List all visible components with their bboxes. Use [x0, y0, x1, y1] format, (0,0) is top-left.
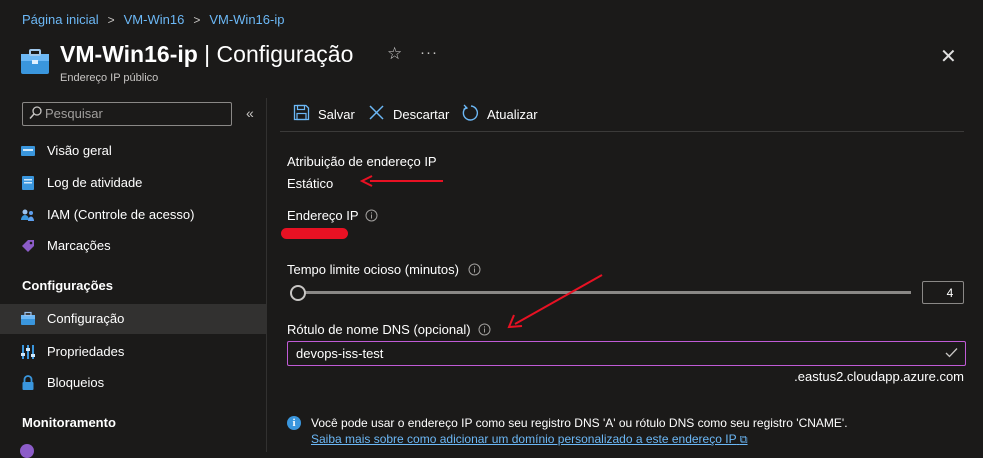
idle-timeout-slider-thumb[interactable]: [290, 285, 306, 301]
info-icon[interactable]: [478, 323, 491, 336]
page-title: VM-Win16-ip | Configuração: [60, 41, 354, 67]
page-subtitle: Endereço IP público: [60, 72, 159, 84]
breadcrumb-home[interactable]: Página inicial: [22, 12, 99, 27]
annotation-arrow-icon: [360, 175, 443, 187]
dns-suffix: .eastus2.cloudapp.azure.com: [794, 369, 964, 384]
properties-icon: [21, 345, 35, 359]
info-icon[interactable]: [365, 209, 378, 222]
ip-assignment-value: Estático: [287, 176, 334, 191]
checkmark-icon: [945, 348, 958, 358]
sidebar-item-label: Propriedades: [47, 344, 125, 359]
info-filled-icon: i: [287, 416, 301, 430]
breadcrumb-vm[interactable]: VM-Win16: [124, 12, 185, 27]
alerts-icon: [20, 444, 34, 458]
toolbar-divider: [280, 131, 964, 132]
redaction-mark: [281, 228, 348, 239]
collapse-sidebar-icon[interactable]: «: [246, 105, 254, 121]
external-link-icon: ⧉: [739, 434, 748, 446]
sidebar-item-label: Marcações: [47, 238, 111, 253]
sidebar-item-tags[interactable]: Marcações: [0, 231, 266, 261]
tag-icon: [22, 240, 34, 252]
activity-log-icon: [22, 176, 34, 190]
info-icon[interactable]: [468, 263, 481, 276]
custom-domain-link[interactable]: Saiba mais sobre como adicionar um domín…: [311, 432, 748, 447]
ellipsis-icon[interactable]: ···: [420, 44, 438, 61]
chevron-right-icon: >: [107, 13, 115, 27]
info-message: Você pode usar o endereço IP como seu re…: [311, 416, 848, 430]
group-heading-settings: Configurações: [22, 278, 114, 293]
breadcrumb-ip[interactable]: VM-Win16-ip: [209, 12, 284, 27]
close-icon[interactable]: ✕: [940, 44, 957, 69]
search-icon: [29, 106, 42, 119]
chevron-right-icon: >: [193, 13, 201, 27]
save-button[interactable]: Salvar: [293, 102, 359, 126]
group-heading-monitoring: Monitoramento: [22, 415, 116, 430]
ip-assignment-label: Atribuição de endereço IP: [287, 154, 437, 169]
sidebar-search[interactable]: [22, 102, 232, 126]
annotation-arrow-icon: [507, 274, 603, 329]
save-icon: [293, 104, 310, 121]
sidebar-item-label: Visão geral: [47, 143, 112, 158]
sidebar-item-iam[interactable]: IAM (Controle de acesso): [0, 200, 266, 230]
ip-address-label: Endereço IP: [287, 208, 359, 223]
search-input[interactable]: [45, 105, 225, 122]
idle-timeout-label: Tempo limite ocioso (minutos): [287, 262, 459, 277]
refresh-icon: [462, 104, 479, 121]
discard-button[interactable]: Descartar: [368, 102, 452, 126]
sidebar-divider: [266, 98, 267, 452]
configuration-icon: [21, 311, 35, 325]
dns-label-input[interactable]: [296, 344, 936, 362]
sidebar-item-label: IAM (Controle de acesso): [47, 207, 195, 222]
iam-icon: [21, 209, 34, 221]
dns-label: Rótulo de nome DNS (opcional): [287, 322, 471, 337]
overview-icon: [21, 146, 35, 156]
dns-label-field[interactable]: [287, 341, 966, 366]
refresh-button[interactable]: Atualizar: [462, 102, 542, 126]
sidebar-item-label: Log de atividade: [47, 175, 143, 190]
sidebar-item-label: Configuração: [47, 311, 125, 326]
breadcrumb: Página inicial > VM-Win16 > VM-Win16-ip: [22, 12, 284, 27]
public-ip-resource-icon: [21, 49, 49, 74]
sidebar-item-properties[interactable]: Propriedades: [0, 337, 266, 367]
sidebar-item-configuration[interactable]: Configuração: [0, 304, 266, 334]
sidebar-item-activity-log[interactable]: Log de atividade: [0, 168, 266, 198]
idle-timeout-input[interactable]: [923, 282, 963, 303]
sidebar-item-overview[interactable]: Visão geral: [0, 136, 266, 166]
star-icon[interactable]: ☆: [387, 44, 402, 64]
idle-timeout-input-box[interactable]: [922, 281, 964, 304]
discard-icon: [369, 105, 384, 120]
